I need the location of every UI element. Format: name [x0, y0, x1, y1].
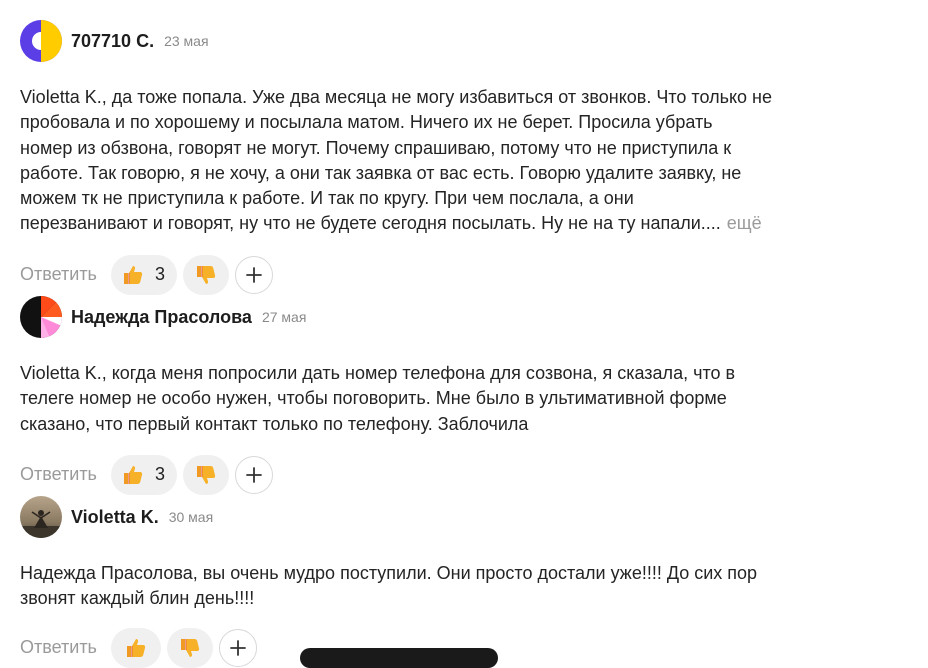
- comment-text: Violetta K., да тоже попала. Уже два мес…: [20, 85, 900, 237]
- like-count: 3: [154, 464, 165, 485]
- comment-line: телеге номер не особо нужен, чтобы погов…: [20, 388, 727, 409]
- thumbs-up-icon: [121, 463, 145, 487]
- thumbs-up-icon: [121, 263, 145, 287]
- comment-header: Надежда Прасолова 27 мая: [20, 296, 900, 338]
- comment-line: перезванивают и говорят, ну что не будет…: [20, 213, 721, 234]
- avatar[interactable]: [20, 296, 62, 338]
- like-button[interactable]: 3: [110, 254, 177, 295]
- comment-text: Violetta K., когда меня попросили дать н…: [20, 361, 900, 437]
- like-button[interactable]: [110, 627, 161, 668]
- plus-icon: [246, 466, 262, 483]
- comment-header: 707710 С. 23 мая: [20, 20, 900, 62]
- add-reaction-button[interactable]: [234, 455, 273, 494]
- author-name[interactable]: Violetta K.: [71, 507, 159, 528]
- comment-item: Надежда Прасолова 27 мая Violetta K., ко…: [20, 296, 900, 495]
- reply-button[interactable]: Ответить: [20, 264, 97, 285]
- comment-item: 707710 С. 23 мая Violetta K., да тоже по…: [20, 20, 900, 295]
- add-reaction-button[interactable]: [234, 255, 273, 294]
- dislike-button[interactable]: [182, 454, 229, 495]
- comment-line-last: перезванивают и говорят, ну что не будет…: [20, 211, 900, 236]
- comment-line: Надежда Прасолова, вы очень мудро поступ…: [20, 563, 758, 583]
- add-reaction-button[interactable]: [218, 628, 257, 667]
- thumbs-down-icon: [178, 636, 202, 660]
- comment-text: Надежда Прасолова, вы очень мудро поступ…: [20, 561, 900, 612]
- comment-line: Violetta K., да тоже попала. Уже два мес…: [20, 87, 773, 107]
- plus-icon: [230, 639, 246, 656]
- comment-actions: Ответить 3: [20, 254, 900, 295]
- plus-icon: [246, 266, 262, 283]
- comment-header: Violetta K. 30 мая: [20, 496, 900, 538]
- avatar[interactable]: [20, 20, 62, 62]
- comment-date: 27 мая: [261, 309, 307, 325]
- comment-line: пробовала и по хорошему и посылала матом…: [20, 112, 713, 133]
- comment-line: сказано, что первый контакт только по те…: [20, 413, 529, 434]
- like-count: 3: [154, 264, 165, 285]
- author-name[interactable]: 707710 С.: [71, 31, 154, 52]
- avatar[interactable]: [20, 496, 62, 538]
- dislike-button[interactable]: [182, 254, 229, 295]
- floating-bar[interactable]: [300, 648, 498, 668]
- author-name[interactable]: Надежда Прасолова: [71, 307, 252, 328]
- thumbs-up-icon: [124, 636, 148, 660]
- comment-actions: Ответить 3: [20, 454, 900, 495]
- comment-line: номер из обзвона, говорят не могут. Поче…: [20, 137, 732, 158]
- comment-line: работе. Так говорю, я не хочу, а они так…: [20, 162, 742, 183]
- thumbs-down-icon: [194, 463, 218, 487]
- dislike-button[interactable]: [166, 627, 213, 668]
- reply-button[interactable]: Ответить: [20, 464, 97, 485]
- comment-line: можем тк не приступила к работе. И так п…: [20, 188, 634, 209]
- like-button[interactable]: 3: [110, 454, 177, 495]
- comment-item: Violetta K. 30 мая Надежда Прасолова, вы…: [20, 496, 900, 668]
- thumbs-down-icon: [194, 263, 218, 287]
- comment-date: 30 мая: [168, 509, 214, 525]
- comment-date: 23 мая: [164, 33, 209, 49]
- show-more-link[interactable]: ещё: [727, 213, 762, 233]
- comment-line: Violetta K., когда меня попросили дать н…: [20, 363, 736, 383]
- comment-line: звонят каждый блин день!!!!: [20, 588, 255, 609]
